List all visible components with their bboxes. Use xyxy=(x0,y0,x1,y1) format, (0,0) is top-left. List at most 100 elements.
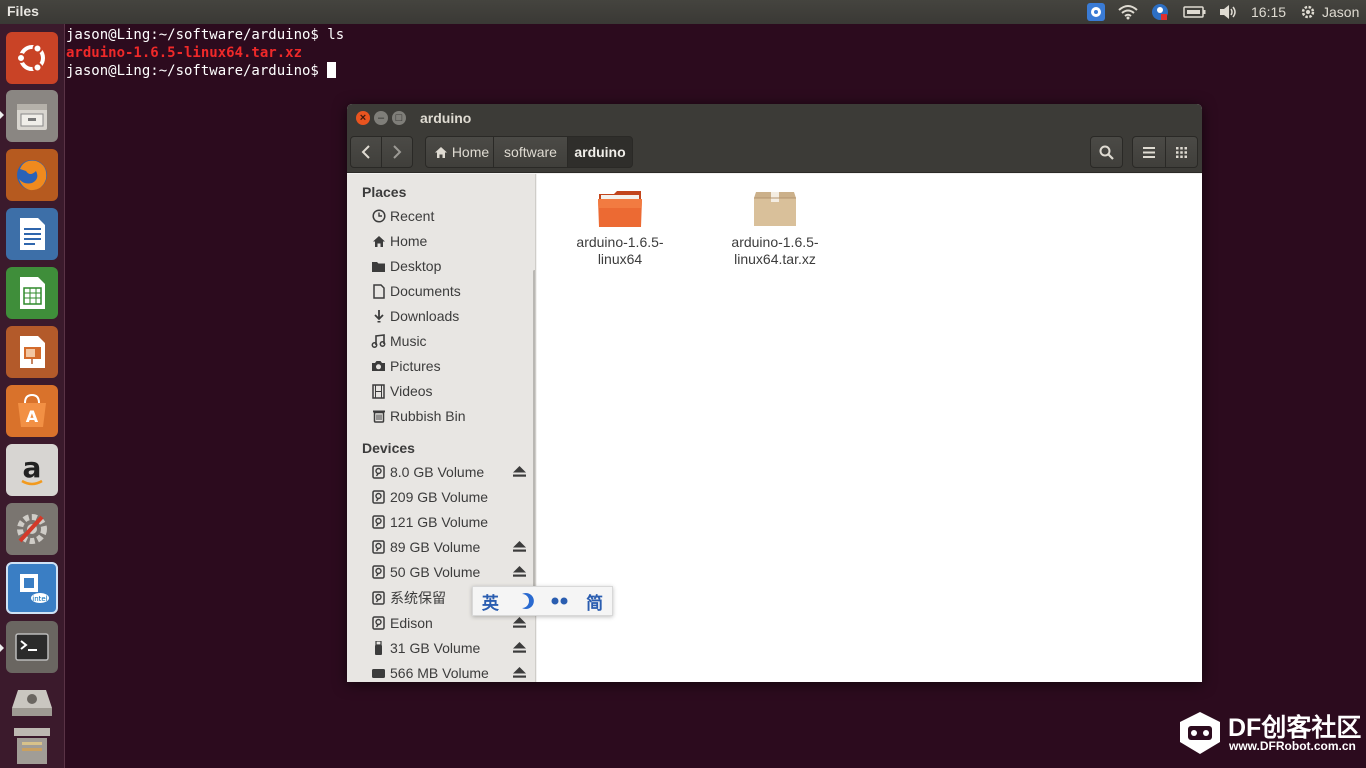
window-titlebar[interactable]: × – □ arduino xyxy=(347,104,1202,132)
breadcrumb-home[interactable]: Home xyxy=(425,136,494,168)
terminal-output[interactable]: jason@Ling:~/software/arduino$ ls arduin… xyxy=(66,26,344,80)
device-label: 89 GB Volume xyxy=(390,539,481,555)
eject-icon[interactable] xyxy=(513,617,527,629)
device-item[interactable]: 121 GB Volume xyxy=(371,511,531,533)
intel-edison-icon[interactable]: intel xyxy=(6,562,58,614)
device-item[interactable]: 89 GB Volume xyxy=(371,536,531,558)
film-icon xyxy=(371,383,386,399)
music-icon xyxy=(371,334,386,349)
drive-icon xyxy=(371,515,386,530)
grid-view-button[interactable] xyxy=(1165,136,1198,168)
file-name-line: arduino-1.6.5- xyxy=(731,234,819,250)
device-item[interactable]: 31 GB Volume xyxy=(371,637,531,659)
device-label: 209 GB Volume xyxy=(390,489,489,505)
svg-text:intel: intel xyxy=(32,595,47,603)
minimize-button[interactable]: – xyxy=(374,111,388,125)
sidebar-item-documents[interactable]: Documents xyxy=(371,280,531,302)
top-panel: Files 16:15 Jason xyxy=(0,0,1366,24)
device-item[interactable]: 8.0 GB Volume xyxy=(371,461,531,483)
close-button[interactable]: × xyxy=(356,111,370,125)
device-item[interactable]: 50 GB Volume xyxy=(371,561,531,583)
terminal-cursor xyxy=(327,62,337,78)
forward-button[interactable] xyxy=(381,136,413,168)
toolbar: Home software arduino xyxy=(347,132,1202,173)
sidebar-item-rubbish-bin[interactable]: Rubbish Bin xyxy=(371,405,531,427)
user-menu[interactable]: Jason xyxy=(1322,4,1359,20)
drive-icon xyxy=(371,540,386,555)
device-item[interactable]: 566 MB Volume xyxy=(371,662,531,682)
breadcrumb-arduino[interactable]: arduino xyxy=(567,136,633,168)
sidebar-item-home[interactable]: Home xyxy=(371,230,531,252)
eject-icon[interactable] xyxy=(513,667,527,679)
system-settings-icon[interactable] xyxy=(6,503,58,555)
ubuntu-dash-icon[interactable] xyxy=(6,32,58,84)
back-button[interactable] xyxy=(350,136,382,168)
trash-icon xyxy=(371,409,386,424)
sidebar-item-label: Videos xyxy=(390,383,433,399)
device-item[interactable]: 209 GB Volume xyxy=(371,486,531,508)
eject-icon[interactable] xyxy=(513,541,527,553)
impress-icon[interactable] xyxy=(6,326,58,378)
volume-icon[interactable] xyxy=(1216,0,1240,24)
device-label: 系统保留 xyxy=(390,590,446,606)
clock[interactable]: 16:15 xyxy=(1251,4,1286,20)
device-label: 50 GB Volume xyxy=(390,564,481,580)
writer-icon[interactable] xyxy=(6,208,58,260)
file-name-line: linux64 xyxy=(597,251,643,267)
search-button[interactable] xyxy=(1090,136,1123,168)
update-indicator-icon[interactable] xyxy=(1085,0,1107,24)
ime-language-toggle[interactable]: 英 xyxy=(473,587,508,615)
eject-icon[interactable] xyxy=(513,566,527,578)
sidebar-scrollbar[interactable] xyxy=(533,270,535,590)
amazon-icon[interactable]: a xyxy=(6,444,58,496)
software-center-icon[interactable]: A xyxy=(6,385,58,437)
file-name-line: linux64.tar.xz xyxy=(734,251,816,267)
gear-icon[interactable] xyxy=(1299,0,1317,24)
eject-icon[interactable] xyxy=(513,642,527,654)
breadcrumb-software[interactable]: software xyxy=(493,136,568,168)
places-heading: Places xyxy=(362,184,407,200)
breadcrumb-label: arduino xyxy=(574,144,626,160)
list-view-button[interactable] xyxy=(1132,136,1166,168)
sidebar-item-videos[interactable]: Videos xyxy=(371,380,531,402)
input-method-icon[interactable] xyxy=(1149,0,1171,24)
grid-icon xyxy=(1176,146,1187,158)
archive-icon xyxy=(751,186,799,230)
list-icon xyxy=(1143,146,1155,158)
firefox-icon[interactable] xyxy=(6,149,58,201)
drive-icon xyxy=(371,565,386,580)
file-item-archive[interactable]: arduino-1.6.5- linux64.tar.xz xyxy=(715,186,835,268)
battery-icon[interactable] xyxy=(1182,0,1208,24)
svg-text:a: a xyxy=(23,451,42,484)
devices-heading: Devices xyxy=(362,440,415,456)
sidebar-item-recent[interactable]: Recent xyxy=(371,205,531,227)
terminal-line: jason@Ling:~/software/arduino$ ls xyxy=(66,27,345,43)
svg-text:A: A xyxy=(26,407,39,426)
drive-icon xyxy=(371,591,386,606)
sidebar-item-pictures[interactable]: Pictures xyxy=(371,355,531,377)
sidebar-item-music[interactable]: Music xyxy=(371,330,531,352)
maximize-button[interactable]: □ xyxy=(392,111,406,125)
calc-icon[interactable] xyxy=(6,267,58,319)
trash-icon[interactable] xyxy=(6,720,58,768)
file-name-line: arduino-1.6.5- xyxy=(576,234,664,250)
watermark: DF创客社区 www.DFRobot.com.cn xyxy=(1176,706,1366,764)
home-icon xyxy=(371,234,386,249)
sidebar-item-desktop[interactable]: Desktop xyxy=(371,255,531,277)
terminal-icon[interactable] xyxy=(6,621,58,673)
sidebar-item-label: Downloads xyxy=(390,308,460,324)
device-label: 566 MB Volume xyxy=(390,665,489,681)
file-view[interactable]: arduino-1.6.5- linux64 arduino-1.6.5- li… xyxy=(537,174,1202,682)
terminal-file-listing: arduino-1.6.5-linux64.tar.xz xyxy=(66,45,303,61)
files-app-icon[interactable] xyxy=(6,90,58,142)
wifi-icon[interactable] xyxy=(1117,0,1139,24)
punctuation-icon[interactable] xyxy=(543,587,578,615)
ime-variant-toggle[interactable]: 简 xyxy=(577,587,612,615)
moon-icon[interactable] xyxy=(508,587,543,615)
running-indicator xyxy=(0,644,4,652)
eject-icon[interactable] xyxy=(513,466,527,478)
sidebar-item-label: Documents xyxy=(390,283,461,299)
sidebar-item-downloads[interactable]: Downloads xyxy=(371,305,531,327)
file-item-folder[interactable]: arduino-1.6.5- linux64 xyxy=(560,186,680,268)
device-label: Edison xyxy=(390,615,433,631)
